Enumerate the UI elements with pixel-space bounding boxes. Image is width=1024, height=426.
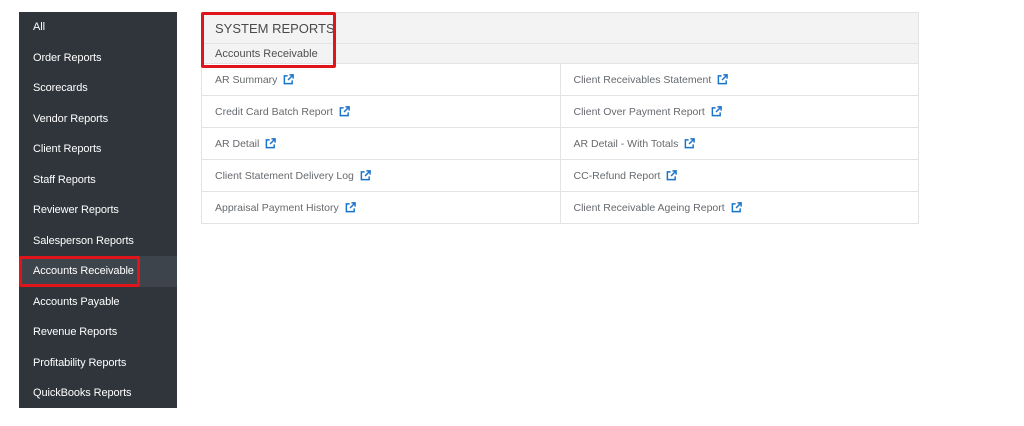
- sidebar: All Order Reports Scorecards Vendor Repo…: [19, 12, 177, 408]
- report-link[interactable]: Client Over Payment Report: [559, 96, 919, 127]
- external-link-icon: [360, 170, 371, 181]
- report-link[interactable]: Client Receivables Statement: [559, 64, 919, 95]
- external-link-icon: [345, 202, 356, 213]
- sidebar-item-label: Vendor Reports: [33, 112, 109, 125]
- sidebar-item-label: Client Reports: [33, 143, 102, 156]
- report-link-label: Credit Card Batch Report: [215, 105, 333, 118]
- sidebar-item-revenue-reports[interactable]: Revenue Reports: [19, 317, 177, 348]
- report-link-label: Client Receivables Statement: [573, 73, 712, 86]
- report-link[interactable]: AR Detail: [202, 128, 560, 159]
- sidebar-item-label: Revenue Reports: [33, 326, 118, 339]
- sidebar-item-accounts-receivable[interactable]: Accounts Receivable: [19, 255, 177, 287]
- external-link-icon: [667, 170, 678, 181]
- sidebar-item-label: All: [33, 21, 45, 34]
- report-link[interactable]: AR Detail - With Totals: [559, 128, 919, 159]
- external-link-icon: [731, 202, 742, 213]
- report-link-label: AR Detail - With Totals: [573, 137, 679, 150]
- sidebar-item-label: Reviewer Reports: [33, 204, 119, 217]
- external-link-icon: [711, 106, 722, 117]
- panel-title: SYSTEM REPORTS: [202, 13, 918, 44]
- report-link[interactable]: Client Receivable Ageing Report: [559, 192, 919, 223]
- system-reports-panel: SYSTEM REPORTS Accounts Receivable AR Su…: [201, 12, 919, 224]
- table-row: Credit Card Batch Report Client Over Paym…: [202, 96, 918, 128]
- sidebar-item-all[interactable]: All: [19, 12, 177, 43]
- report-link-label: CC-Refund Report: [573, 169, 661, 182]
- report-link-label: AR Detail: [215, 137, 260, 150]
- table-row: AR Detail AR Detail - With Totals: [202, 128, 918, 160]
- sidebar-item-quickbooks-reports[interactable]: QuickBooks Reports: [19, 378, 177, 409]
- external-link-icon: [339, 106, 350, 117]
- external-link-icon: [684, 138, 696, 149]
- sidebar-item-client-reports[interactable]: Client Reports: [19, 134, 177, 165]
- report-link[interactable]: CC-Refund Report: [559, 160, 919, 191]
- sidebar-item-label: Order Reports: [33, 51, 102, 64]
- sidebar-item-label: Staff Reports: [33, 173, 96, 186]
- external-link-icon: [266, 138, 277, 149]
- sidebar-item-scorecards[interactable]: Scorecards: [19, 73, 177, 104]
- report-link-label: AR Summary: [215, 73, 278, 86]
- table-row: Client Statement Delivery Log CC-Refund R…: [202, 160, 918, 192]
- highlight-box: [19, 255, 140, 287]
- sidebar-item-label: Salesperson Reports: [33, 234, 134, 247]
- report-link-label: Client Receivable Ageing Report: [573, 201, 725, 214]
- sidebar-item-staff-reports[interactable]: Staff Reports: [19, 165, 177, 196]
- report-link[interactable]: Appraisal Payment History: [202, 192, 560, 223]
- sidebar-item-order-reports[interactable]: Order Reports: [19, 43, 177, 74]
- sidebar-item-reviewer-reports[interactable]: Reviewer Reports: [19, 195, 177, 226]
- sidebar-item-label: Scorecards: [33, 82, 88, 95]
- external-link-icon: [284, 74, 295, 85]
- table-row: Appraisal Payment History Client Receivab…: [202, 192, 918, 224]
- sidebar-item-label: Accounts Payable: [33, 295, 120, 308]
- sidebar-item-label: QuickBooks Reports: [33, 387, 132, 400]
- report-link-label: Client Over Payment Report: [573, 105, 705, 118]
- panel-subtitle: Accounts Receivable: [202, 44, 918, 64]
- sidebar-item-accounts-payable[interactable]: Accounts Payable: [19, 287, 177, 318]
- report-link[interactable]: Credit Card Batch Report: [202, 96, 560, 127]
- report-link-label: Appraisal Payment History: [215, 201, 339, 214]
- report-link[interactable]: AR Summary: [202, 64, 560, 95]
- report-link[interactable]: Client Statement Delivery Log: [202, 160, 560, 191]
- sidebar-item-vendor-reports[interactable]: Vendor Reports: [19, 104, 177, 135]
- report-link-label: Client Statement Delivery Log: [215, 169, 354, 182]
- external-link-icon: [717, 74, 729, 85]
- sidebar-item-profitability-reports[interactable]: Profitability Reports: [19, 348, 177, 379]
- sidebar-item-label: Profitability Reports: [33, 356, 127, 369]
- table-row: AR Summary Client Receivables Statement: [202, 64, 918, 96]
- sidebar-item-salesperson-reports[interactable]: Salesperson Reports: [19, 226, 177, 257]
- report-table: AR Summary Client Receivables Statement Cr…: [202, 64, 918, 224]
